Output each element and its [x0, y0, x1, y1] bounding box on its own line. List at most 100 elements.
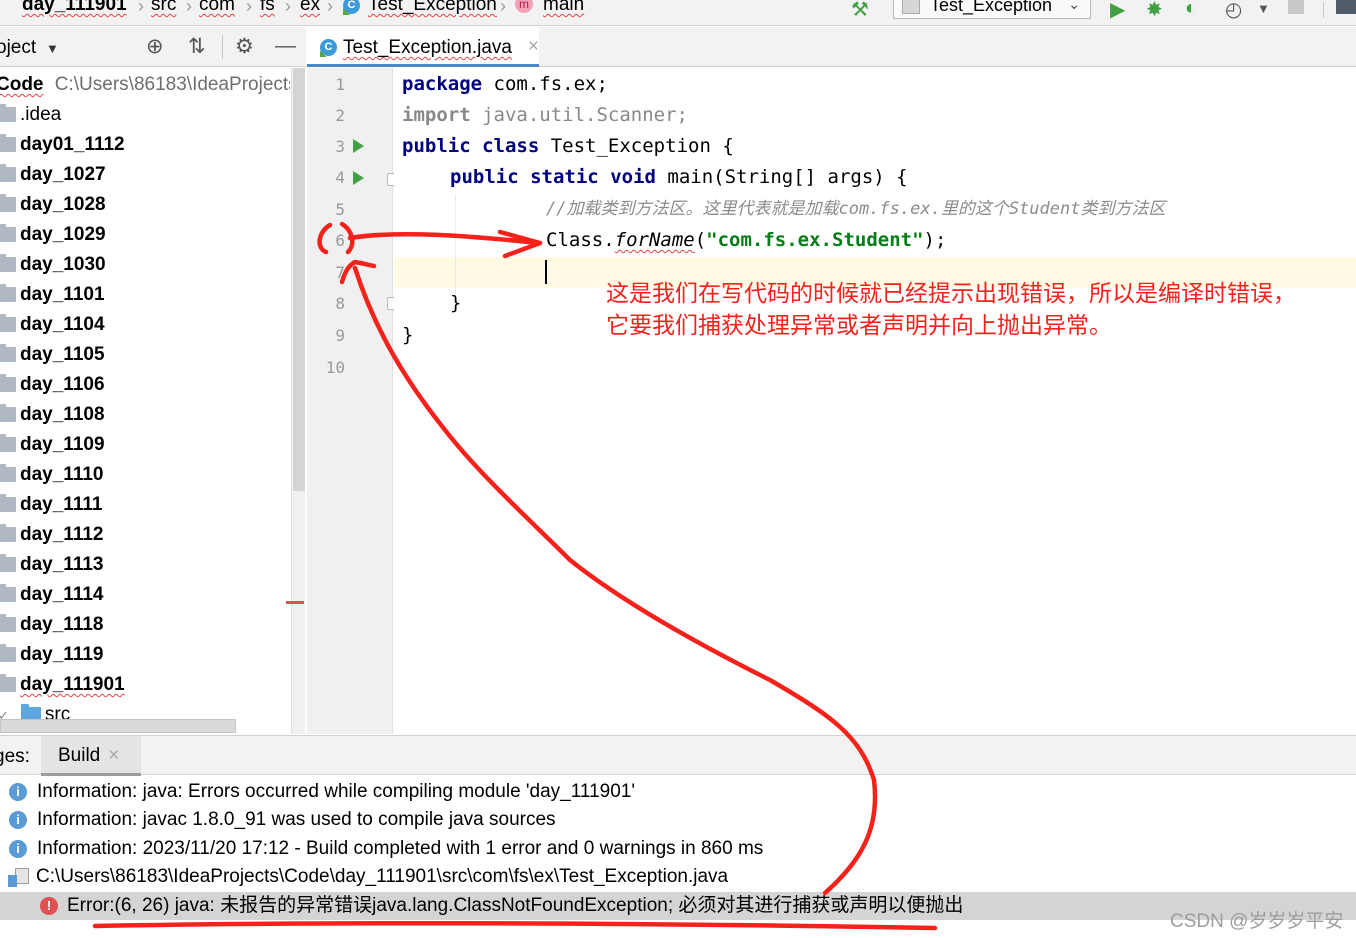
tree-item-module[interactable]: day_1113 [0, 550, 103, 580]
run-configuration-select[interactable]: Test_Exception ⌄ [893, 0, 1091, 19]
tree-root[interactable]: Code C:\Users\86183\IdeaProjects\C [0, 70, 290, 100]
tree-item-module[interactable]: day_1101 [0, 280, 105, 310]
breadcrumb-src[interactable]: src [151, 0, 176, 16]
message-text: Information: 2023/11/20 17:12 - Build co… [37, 838, 764, 859]
tree-item-module[interactable]: day_1109 [0, 430, 105, 460]
message-row[interactable]: i Information: javac 1.8.0_91 was used t… [0, 806, 1356, 834]
tree-item-module[interactable]: day_1110 [0, 460, 103, 490]
info-icon: i [9, 811, 27, 829]
folder-icon [0, 134, 16, 153]
tree-item-module[interactable]: day_1104 [0, 310, 105, 340]
tree-item-module[interactable]: day_111901 [0, 670, 125, 700]
annotation-line-2: 它要我们捕获处理异常或者声明并向上抛出异常。 [606, 312, 1112, 338]
breadcrumb-method[interactable]: main [543, 0, 584, 16]
folder-icon [0, 194, 16, 213]
message-file-row[interactable]: C:\Users\86183\IdeaProjects\Code\day_111… [0, 863, 1356, 891]
error-stripe-mark[interactable] [286, 601, 304, 604]
line-number: 6 [335, 231, 345, 250]
chevron-down-icon[interactable]: ▼ [46, 41, 59, 56]
tree-item-label: day_1101 [20, 284, 105, 305]
breadcrumb-fs[interactable]: fs [260, 0, 275, 16]
message-row[interactable]: i Information: 2023/11/20 17:12 - Build … [0, 835, 1356, 863]
tree-item-module[interactable]: day_1105 [0, 340, 105, 370]
message-error-row[interactable]: ! Error:(6, 26) java: 未报告的异常错误java.lang.… [0, 892, 1356, 920]
tree-item-module[interactable]: day_1029 [0, 220, 106, 250]
folder-icon [0, 614, 16, 633]
text-caret [545, 260, 547, 284]
scrollbar-thumb[interactable] [293, 68, 305, 491]
line-number: 10 [325, 358, 345, 377]
breadcrumb-module[interactable]: day_111901 [22, 0, 127, 16]
breadcrumb-class[interactable]: Test_Exception [368, 0, 497, 16]
code-line-8: } [450, 292, 462, 314]
breadcrumb-com[interactable]: com [199, 0, 235, 16]
message-row[interactable]: i Information: java: Errors occurred whi… [0, 778, 1356, 806]
folder-icon [0, 344, 16, 363]
debug-icon[interactable]: ✸ [1146, 0, 1163, 22]
folder-icon [0, 374, 16, 393]
tree-item-module[interactable]: day_1027 [0, 160, 106, 190]
message-text: Information: javac 1.8.0_91 was used to … [37, 809, 556, 830]
run-class-icon[interactable] [353, 139, 364, 153]
breadcrumb-ex[interactable]: ex [300, 0, 320, 16]
stop-icon[interactable] [1288, 0, 1304, 14]
hide-icon[interactable]: — [275, 34, 296, 58]
code-editor[interactable]: package com.fs.ex; import java.util.Scan… [394, 68, 1356, 734]
project-tree: Code C:\Users\86183\IdeaProjects\C .idea… [0, 68, 290, 734]
keyword: static [530, 166, 599, 188]
build-hammer-icon[interactable]: ⚒ [851, 0, 869, 22]
tree-root-label: Code [0, 74, 44, 95]
tree-item-module[interactable]: day_1028 [0, 190, 106, 220]
project-view-title[interactable]: oject [0, 37, 36, 59]
chevron-down-icon[interactable]: ▼ [1257, 1, 1270, 16]
tree-item-label: day_1105 [20, 344, 105, 365]
tree-item-module[interactable]: day_1106 [0, 370, 105, 400]
tree-item-module[interactable]: day_1119 [0, 640, 103, 670]
tab-build[interactable]: Build × [41, 736, 141, 776]
line-number: 5 [335, 200, 345, 219]
tab-test-exception[interactable]: C Test_Exception.java × [307, 27, 539, 67]
folder-icon [0, 584, 16, 603]
toolbar-divider [1323, 2, 1324, 18]
tree-item-label: day_1112 [20, 524, 104, 545]
tree-vertical-scrollbar[interactable] [291, 68, 305, 734]
tree-item-module[interactable]: day_1111 [0, 490, 102, 520]
profiler-icon[interactable]: ◴ [1225, 0, 1242, 22]
locate-icon[interactable]: ⊕ [146, 34, 164, 59]
message-text: Information: java: Errors occurred while… [37, 781, 635, 802]
tree-item-module[interactable]: day_1118 [0, 610, 103, 640]
tree-item-label: day_1113 [20, 554, 104, 575]
code-line-1: package com.fs.ex; [402, 69, 608, 100]
tree-item-module[interactable]: day_1108 [0, 400, 105, 430]
folder-icon [0, 524, 16, 543]
run-method-icon[interactable] [353, 171, 364, 185]
tree-item-module[interactable]: day01_1112 [0, 130, 125, 160]
run-icon[interactable]: ▶ [1110, 0, 1125, 22]
gear-icon[interactable]: ⚙ [235, 34, 254, 59]
tree-item-module[interactable]: day_1112 [0, 520, 103, 550]
close-icon[interactable]: × [528, 26, 539, 68]
tree-item-label: day_1104 [20, 314, 105, 335]
breadcrumb-separator: › [327, 0, 333, 16]
class-icon: C [343, 0, 360, 14]
project-structure-icon[interactable] [1336, 0, 1356, 14]
tree-item-label: day_1110 [20, 464, 104, 485]
tree-item-label: day_1030 [20, 254, 106, 275]
tree-item-label: day01_1112 [20, 134, 125, 155]
keyword: void [610, 166, 656, 188]
method-call: forName [614, 229, 695, 251]
tree-item-module[interactable]: day_1030 [0, 250, 106, 280]
folder-icon [0, 464, 16, 483]
coverage-icon[interactable]: ◐ [1185, 0, 1197, 20]
annotation-line-1: 这是我们在写代码的时候就已经提示出现错误，所以是编译时错误， [606, 280, 1296, 306]
close-icon[interactable]: × [108, 745, 119, 766]
tree-item-module[interactable]: .idea [0, 100, 61, 130]
collapse-all-icon[interactable]: ⇅ [188, 34, 206, 59]
messages-header: ges: Build × [0, 735, 1356, 776]
folder-icon [0, 164, 16, 183]
folder-icon [0, 494, 16, 513]
tree-item-module[interactable]: day_1114 [0, 580, 103, 610]
code-text: main(String[] args) { [655, 166, 908, 188]
line-number: 9 [335, 326, 345, 345]
tree-horizontal-scrollbar[interactable] [0, 719, 236, 733]
